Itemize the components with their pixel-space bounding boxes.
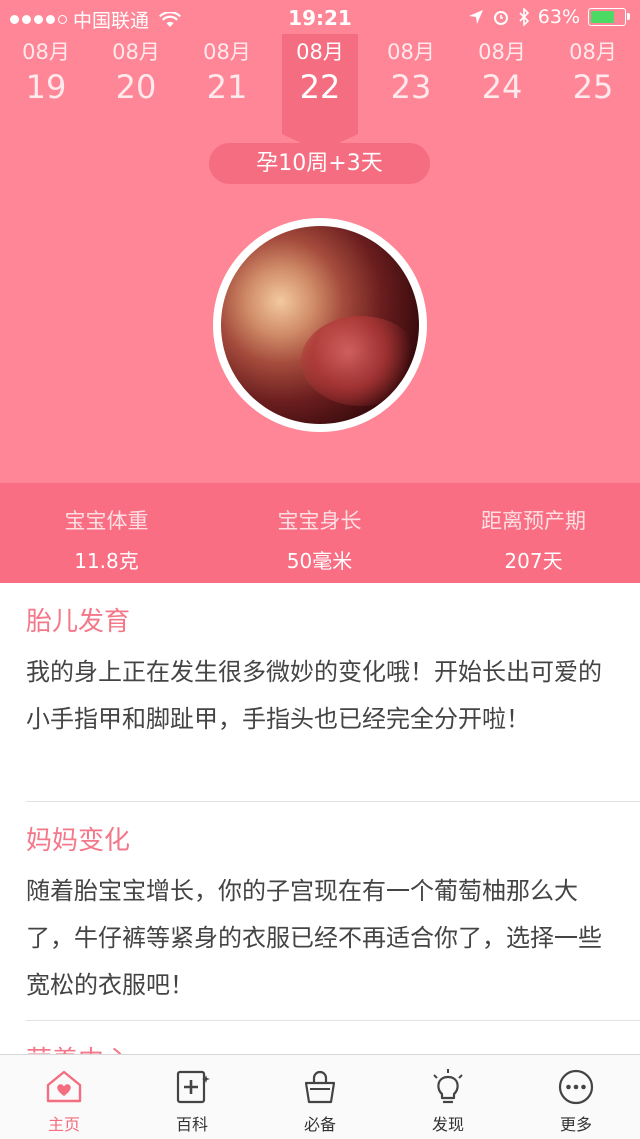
divider — [26, 801, 640, 802]
tab-bar: 主页 百科 必备 发现 更多 — [0, 1054, 640, 1139]
stat-length: 宝宝身长 50毫米 — [277, 509, 362, 573]
date-strip[interactable]: 08月 19 08月 20 08月 21 08月 22 08月 23 08月 24 08月 2… — [0, 32, 640, 132]
battery-percent: 63% — [537, 6, 580, 28]
encyclopedia-icon — [172, 1067, 212, 1107]
shopping-bag-icon — [300, 1067, 340, 1107]
divider — [26, 1020, 640, 1021]
more-icon — [556, 1067, 596, 1107]
hero-header: 中国联通 19:21 63% 08月 19 08月 20 08月 21 08月 22 0… — [0, 0, 640, 483]
alarm-icon — [493, 11, 508, 25]
tab-discover[interactable]: 发现 — [384, 1055, 512, 1139]
tab-more[interactable]: 更多 — [512, 1055, 640, 1139]
section-body: 我的身上正在发生很多微妙的变化哦！开始长出可爱的小手指甲和脚趾甲，手指头也已经完… — [26, 658, 602, 733]
date-item[interactable]: 08月 19 — [0, 32, 92, 106]
section-title: 胎儿发育 — [26, 607, 131, 637]
date-item[interactable]: 08月 23 — [365, 32, 457, 106]
date-item[interactable]: 08月 24 — [456, 32, 548, 106]
location-arrow-icon — [468, 10, 483, 24]
home-heart-icon — [44, 1067, 84, 1107]
tab-encyclopedia[interactable]: 百科 — [128, 1055, 256, 1139]
pregnancy-week-pill[interactable]: 孕10周+3天 — [209, 143, 430, 184]
date-item[interactable]: 08月 20 — [90, 32, 182, 106]
lightbulb-icon — [428, 1067, 468, 1107]
date-item-selected[interactable]: 08月 22 — [274, 32, 366, 106]
baby-stats: 宝宝体重 11.8克 宝宝身长 50毫米 距离预产期 207天 — [0, 483, 640, 583]
stat-weight: 宝宝体重 11.8克 — [64, 509, 149, 573]
tab-essentials[interactable]: 必备 — [256, 1055, 384, 1139]
battery-icon — [588, 8, 630, 26]
section-body: 随着胎宝宝增长，你的子宫现在有一个葡萄柚那么大了，牛仔裤等紧身的衣服已经不再适合… — [26, 877, 602, 999]
stat-due-date: 距离预产期 207天 — [481, 509, 586, 573]
tab-home[interactable]: 主页 — [0, 1055, 128, 1139]
status-bar: 中国联通 19:21 63% — [0, 0, 640, 36]
section-title: 妈妈变化 — [26, 826, 131, 856]
date-item[interactable]: 08月 21 — [181, 32, 273, 106]
date-item[interactable]: 08月 25 — [547, 32, 639, 106]
fetus-image[interactable] — [213, 218, 427, 432]
bluetooth-icon — [519, 8, 529, 26]
